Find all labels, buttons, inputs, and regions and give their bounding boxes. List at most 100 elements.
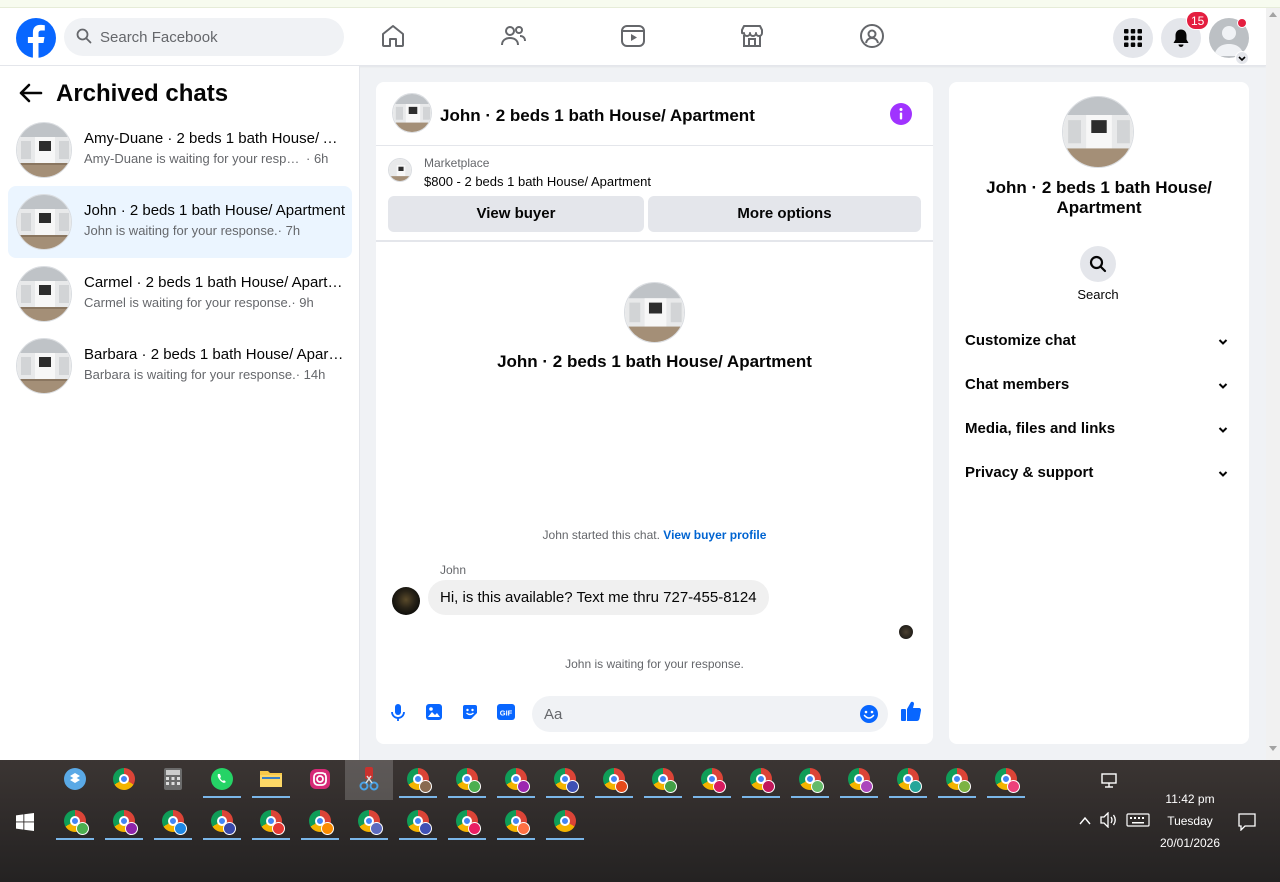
taskbar-app-chrome-profile[interactable] xyxy=(154,804,192,840)
chat-preview: Amy-Duane is waiting for your response. ·… xyxy=(84,151,346,166)
conversation-avatar[interactable] xyxy=(392,93,432,133)
chat-list-item[interactable]: Amy-Duane · 2 beds 1 bath House/ Apartme… xyxy=(8,114,352,186)
taskbar-app-chrome-profile[interactable] xyxy=(301,804,339,840)
back-arrow-icon[interactable] xyxy=(18,82,44,104)
notification-center-icon[interactable] xyxy=(1238,813,1256,831)
listing-price-title[interactable]: $800 - 2 beds 1 bath House/ Apartment xyxy=(424,174,651,189)
taskbar-app-snipping-tool[interactable] xyxy=(345,760,393,800)
search-bar[interactable] xyxy=(64,18,344,56)
taskbar-app-chrome-profile[interactable] xyxy=(546,762,584,798)
running-indicator xyxy=(252,796,290,798)
chevron-up-icon[interactable] xyxy=(1078,815,1092,827)
profile-alert-dot xyxy=(1237,18,1247,28)
chat-name: Barbara · 2 beds 1 bath House/ Apartment xyxy=(84,346,346,363)
clock-time[interactable]: 11:42 pm xyxy=(1145,792,1235,806)
taskbar-app-chrome-profile[interactable] xyxy=(350,804,388,840)
section-chat-members[interactable]: Chat members xyxy=(957,364,1241,408)
taskbar-app-chrome-profile[interactable] xyxy=(448,762,486,798)
taskbar-app-chrome-profile[interactable] xyxy=(742,762,780,798)
home-icon[interactable] xyxy=(379,22,407,50)
taskbar-app-chrome[interactable] xyxy=(105,762,143,798)
taskbar-app-chrome-profile[interactable] xyxy=(595,762,633,798)
details-search-button[interactable] xyxy=(1080,246,1116,282)
chat-list-item[interactable]: Barbara · 2 beds 1 bath House/ Apartment… xyxy=(8,330,352,402)
running-indicator xyxy=(301,838,339,840)
groups-icon[interactable] xyxy=(858,22,886,50)
chat-list-item[interactable]: Carmel · 2 beds 1 bath House/ Apartment … xyxy=(8,258,352,330)
taskbar-app-chrome-profile[interactable] xyxy=(252,804,290,840)
windows-start-icon[interactable] xyxy=(16,813,34,831)
taskbar-app-chrome-profile[interactable] xyxy=(497,804,535,840)
section-privacy-support[interactable]: Privacy & support xyxy=(957,452,1241,496)
section-customize-chat[interactable]: Customize chat xyxy=(957,320,1241,364)
view-buyer-profile-link[interactable]: View buyer profile xyxy=(663,528,766,542)
running-indicator xyxy=(595,796,633,798)
taskbar-app-instagram[interactable] xyxy=(301,762,339,798)
sticker-icon[interactable] xyxy=(460,702,480,722)
taskbar-app-chrome-profile[interactable] xyxy=(693,762,731,798)
microphone-icon[interactable] xyxy=(388,702,408,722)
volume-icon[interactable] xyxy=(1100,812,1118,828)
video-icon[interactable] xyxy=(619,22,647,50)
marketplace-icon[interactable] xyxy=(738,22,766,50)
details-avatar[interactable] xyxy=(1062,96,1134,168)
taskbar-app-calculator[interactable] xyxy=(154,762,192,798)
account-chevron[interactable] xyxy=(1235,51,1249,65)
search-input[interactable] xyxy=(100,18,336,56)
taskbar-app-chrome-profile[interactable] xyxy=(203,804,241,840)
chat-preview: Barbara is waiting for your response.· 1… xyxy=(84,367,346,382)
message-sender-name: John xyxy=(440,563,467,577)
conversation-title[interactable]: John · 2 beds 1 bath House/ Apartment xyxy=(440,106,755,126)
taskbar-app-chrome-profile[interactable] xyxy=(791,762,829,798)
chrome-icon xyxy=(358,810,383,835)
taskbar-app-chrome-profile[interactable] xyxy=(399,804,437,840)
taskbar-app-file-explorer[interactable] xyxy=(252,762,290,798)
taskbar-app-dropbox[interactable] xyxy=(56,762,94,798)
message-input-box[interactable] xyxy=(532,696,888,732)
scroll-down-arrow[interactable] xyxy=(1269,746,1277,751)
grid-menu-icon xyxy=(1124,29,1142,47)
emoji-icon[interactable] xyxy=(859,704,879,724)
message-composer: GIF xyxy=(376,690,933,744)
page-scrollbar[interactable] xyxy=(1266,8,1280,760)
taskbar-app-chrome-profile[interactable] xyxy=(448,804,486,840)
chrome-icon xyxy=(848,768,873,793)
chrome-icon xyxy=(995,768,1020,793)
network-icon[interactable] xyxy=(1101,773,1119,789)
chat-list-item-active[interactable]: John · 2 beds 1 bath House/ Apartment Jo… xyxy=(8,186,352,258)
more-options-button[interactable]: More options xyxy=(648,196,921,232)
taskbar-app-chrome-profile[interactable] xyxy=(644,762,682,798)
chrome-icon xyxy=(113,810,138,835)
taskbar-app-chrome-profile[interactable] xyxy=(889,762,927,798)
info-icon[interactable] xyxy=(890,103,912,125)
chrome-icon xyxy=(64,810,89,835)
thumbs-up-icon[interactable] xyxy=(900,700,922,722)
menu-button[interactable] xyxy=(1113,18,1153,58)
running-indicator xyxy=(154,838,192,840)
taskbar-app-chrome[interactable] xyxy=(546,804,584,840)
taskbar-app-chrome-profile[interactable] xyxy=(56,804,94,840)
friends-icon[interactable] xyxy=(499,22,527,50)
taskbar-app-chrome-profile[interactable] xyxy=(399,762,437,798)
photo-icon[interactable] xyxy=(424,702,444,722)
message-input[interactable] xyxy=(544,696,844,732)
clock-day[interactable]: Tuesday xyxy=(1145,814,1235,828)
gif-icon[interactable]: GIF xyxy=(496,702,516,722)
view-buyer-button[interactable]: View buyer xyxy=(388,196,644,232)
facebook-logo[interactable] xyxy=(16,18,56,58)
taskbar-app-chrome-profile[interactable] xyxy=(497,762,535,798)
profile-badge xyxy=(76,822,89,835)
clock-date[interactable]: 20/01/2026 xyxy=(1145,836,1235,850)
taskbar-app-chrome-profile[interactable] xyxy=(938,762,976,798)
taskbar-app-chrome-profile[interactable] xyxy=(987,762,1025,798)
taskbar-app-chrome-profile[interactable] xyxy=(105,804,143,840)
sender-avatar[interactable] xyxy=(392,587,420,615)
taskbar-app-whatsapp[interactable] xyxy=(203,762,241,798)
scroll-up-arrow[interactable] xyxy=(1269,12,1277,17)
conversation-header: John · 2 beds 1 bath House/ Apartment xyxy=(376,82,933,146)
message-bubble[interactable]: Hi, is this available? Text me thru 727-… xyxy=(428,580,769,615)
profile-badge xyxy=(566,780,579,793)
section-media-files-links[interactable]: Media, files and links xyxy=(957,408,1241,452)
chrome-icon xyxy=(554,768,579,793)
taskbar-app-chrome-profile[interactable] xyxy=(840,762,878,798)
